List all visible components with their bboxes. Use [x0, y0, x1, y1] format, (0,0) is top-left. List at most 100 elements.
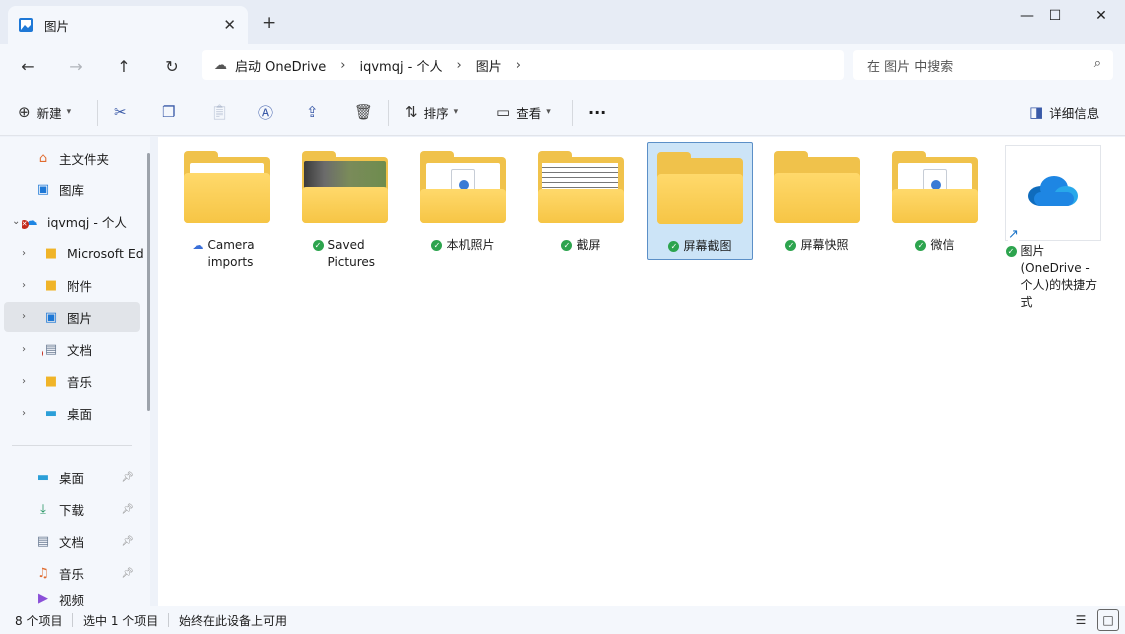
sidebar-item-onedrive[interactable]: ☁ ✕ iqvmqj - 个人	[22, 206, 146, 236]
new-button[interactable]: ⊕ 新建 ▾	[18, 100, 71, 124]
quick-access-music[interactable]: ♫ 音乐 📌︎	[34, 558, 146, 588]
pin-icon[interactable]: 📌︎	[121, 504, 134, 515]
file-name: Camera imports	[207, 238, 255, 269]
rename-icon: Ⓐ	[258, 103, 274, 122]
cut-button[interactable]: ✂	[114, 100, 127, 124]
breadcrumb-onedrive[interactable]: 启动 OneDrive	[235, 56, 326, 75]
music-icon: ♫	[37, 565, 49, 581]
documents-icon: ▤	[36, 533, 50, 549]
copy-icon: ❐	[162, 103, 176, 121]
chevron-right-icon[interactable]: ›	[22, 376, 26, 387]
shortcut-arrow-icon: ↗	[1008, 227, 1019, 242]
refresh-button[interactable]: ↻	[158, 54, 186, 78]
details-view-button[interactable]: ☰	[1070, 609, 1092, 631]
sidebar-scrollbar[interactable]	[147, 153, 150, 411]
breadcrumb-pictures[interactable]: 图片	[476, 56, 502, 75]
scissors-icon: ✂	[114, 103, 127, 121]
chevron-right-icon[interactable]: ›	[22, 408, 26, 419]
pictures-icon: ▣	[44, 309, 58, 325]
divider	[388, 100, 389, 126]
file-item[interactable]: ✓ 截屏	[528, 145, 634, 285]
sidebar-item-label: 附件	[67, 278, 93, 294]
chevron-right-icon[interactable]: ›	[516, 58, 521, 73]
gallery-icon: ▣	[36, 181, 50, 197]
divider	[572, 100, 573, 126]
status-bar: 8 个项目 选中 1 个项目 始终在此设备上可用 ☰ □	[0, 606, 1125, 634]
sidebar-item-gallery[interactable]: ▣ 图库	[34, 174, 144, 204]
desktop-icon: ▬	[36, 469, 50, 485]
breadcrumb-account[interactable]: iqvmqj - 个人	[359, 56, 442, 75]
pictures-folder-icon	[19, 18, 33, 32]
sidebar-item-attachments[interactable]: ■ 附件	[42, 270, 146, 300]
pin-icon[interactable]: 📌︎	[121, 568, 134, 579]
tab-pictures[interactable]: 图片 ✕	[8, 6, 248, 44]
sort-icon: ⇅	[405, 103, 418, 121]
chevron-right-icon[interactable]: ›	[22, 344, 26, 355]
chevron-right-icon[interactable]: ›	[340, 58, 345, 73]
file-item[interactable]: ✓ 屏幕快照	[764, 145, 870, 285]
file-item-selected[interactable]: ✓ 屏幕截图	[647, 142, 753, 260]
download-icon: ⤓	[40, 501, 46, 517]
quick-access-downloads[interactable]: ⤓ 下载 📌︎	[34, 494, 146, 524]
divider	[72, 613, 73, 627]
file-name: 微信	[930, 238, 955, 252]
folder-icon	[420, 151, 506, 223]
chevron-right-icon[interactable]: ›	[22, 248, 26, 259]
sidebar-item-music[interactable]: ■ 音乐	[42, 366, 146, 396]
plus-circle-icon: ⊕	[18, 103, 31, 121]
pin-icon[interactable]: 📌︎	[121, 472, 134, 483]
more-options-button[interactable]: ···	[588, 100, 606, 124]
quick-access-desktop[interactable]: ▬ 桌面 📌︎	[34, 462, 146, 492]
sidebar-item-pictures[interactable]: › ▣ 图片	[4, 302, 140, 332]
paste-button[interactable]: 📋︎	[210, 100, 229, 124]
trash-icon: 🗑︎	[354, 103, 374, 121]
sidebar-item-microsoft-edge[interactable]: ■ Microsoft Ed	[42, 238, 146, 268]
share-button[interactable]: ⇪	[306, 100, 319, 124]
file-item[interactable]: ☁ Camera imports	[174, 145, 280, 285]
chevron-down-icon[interactable]: ⌄	[12, 216, 20, 227]
pin-icon[interactable]: 📌︎	[121, 536, 134, 547]
sidebar-item-label: 图片	[67, 310, 93, 326]
close-button[interactable]: ✕	[1079, 4, 1123, 28]
maximize-button[interactable]: ☐	[1033, 4, 1077, 28]
tiles-view-button[interactable]: □	[1097, 609, 1119, 631]
chevron-right-icon[interactable]: ›	[22, 311, 26, 322]
sort-button[interactable]: ⇅ 排序 ▾	[405, 100, 458, 124]
rename-button[interactable]: Ⓐ	[258, 100, 273, 124]
new-tab-button[interactable]: +	[262, 13, 276, 33]
sidebar-item-documents[interactable]: ▤✕ 文档	[42, 334, 146, 364]
sort-label: 排序	[423, 105, 449, 121]
divider	[168, 613, 169, 627]
sidebar-item-desktop[interactable]: ▬ 桌面	[42, 398, 146, 428]
forward-button[interactable]: →	[62, 54, 90, 78]
search-box[interactable]: 在 图片 中搜索 ⌕	[853, 50, 1113, 80]
home-icon: ⌂	[38, 150, 48, 166]
folder-icon	[892, 151, 978, 223]
sidebar-item-label: 文档	[67, 342, 93, 358]
list-view-icon: ☰	[1075, 613, 1087, 627]
file-item[interactable]: ✓ 本机照片	[410, 145, 516, 285]
sidebar-item-label: iqvmqj - 个人	[47, 214, 127, 230]
quick-access-documents[interactable]: ▤ 文档 📌︎	[34, 526, 146, 556]
up-button[interactable]: ↑	[110, 54, 138, 78]
copy-button[interactable]: ❐	[162, 100, 175, 124]
availability-status: 始终在此设备上可用	[179, 614, 288, 628]
chevron-down-icon: ▾	[453, 107, 459, 117]
sidebar-item-home[interactable]: ⌂ 主文件夹	[34, 143, 144, 173]
desktop-icon: ▬	[44, 405, 58, 421]
tab-close-icon[interactable]: ✕	[223, 16, 236, 34]
details-pane-button[interactable]: ◨ 详细信息	[1029, 100, 1099, 124]
quick-access-videos[interactable]: ▶ 视频	[34, 590, 146, 607]
delete-button[interactable]: 🗑︎	[354, 100, 373, 124]
sync-ok-icon: ✓	[668, 241, 680, 252]
file-item[interactable]: ✓ Saved Pictures	[292, 145, 398, 285]
file-item[interactable]: ✓ 微信	[882, 145, 988, 285]
view-button[interactable]: ▭ 查看 ▾	[496, 100, 551, 124]
file-item[interactable]: ↗ ✓ 图片 (OneDrive - 个人)的快捷方式	[1000, 139, 1106, 309]
chevron-right-icon[interactable]: ›	[457, 58, 462, 73]
chevron-right-icon[interactable]: ›	[22, 280, 26, 291]
back-button[interactable]: ←	[14, 54, 42, 78]
view-icon: ▭	[496, 103, 511, 121]
file-name: Saved Pictures	[327, 238, 376, 269]
address-bar[interactable]: ☁ 启动 OneDrive › iqvmqj - 个人 › 图片 ›	[202, 50, 844, 80]
